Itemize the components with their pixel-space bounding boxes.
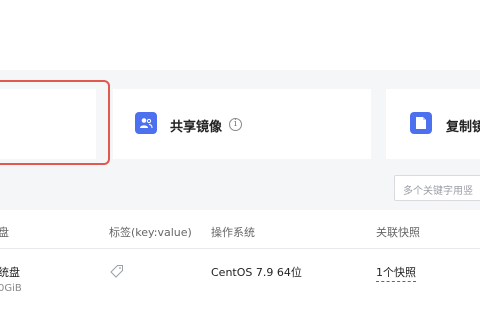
search-input[interactable]: 多个关键字用竖 <box>394 175 480 201</box>
column-header-snapshots: 关联快照 <box>376 226 420 239</box>
shared-image-title: 共享镜像 <box>170 120 223 135</box>
os-cell: CentOS 7.9 64位 <box>211 266 302 279</box>
share-user-icon <box>135 112 157 134</box>
tag-icon[interactable] <box>110 264 124 278</box>
top-bar <box>0 0 480 70</box>
selected-card-outline <box>0 80 110 165</box>
image-table: 盘 标签(key:value) 操作系统 关联快照 统盘 0GiB CentOS… <box>0 210 480 320</box>
disk-cell: 统盘 <box>0 266 20 279</box>
column-header-tags: 标签(key:value) <box>109 226 192 239</box>
info-icon[interactable]: i <box>229 118 242 131</box>
snapshot-link[interactable]: 1个快照 <box>376 264 416 282</box>
shared-image-card[interactable]: 共享镜像 i <box>113 89 371 159</box>
column-header-os: 操作系统 <box>211 226 255 239</box>
column-header-disk: 盘 <box>0 226 9 239</box>
disk-size-cell: 0GiB <box>0 283 22 294</box>
copy-image-card[interactable]: 复制镜 <box>386 89 480 159</box>
copy-image-title: 复制镜 <box>446 120 480 135</box>
header-divider <box>0 248 480 249</box>
document-icon <box>410 112 432 134</box>
